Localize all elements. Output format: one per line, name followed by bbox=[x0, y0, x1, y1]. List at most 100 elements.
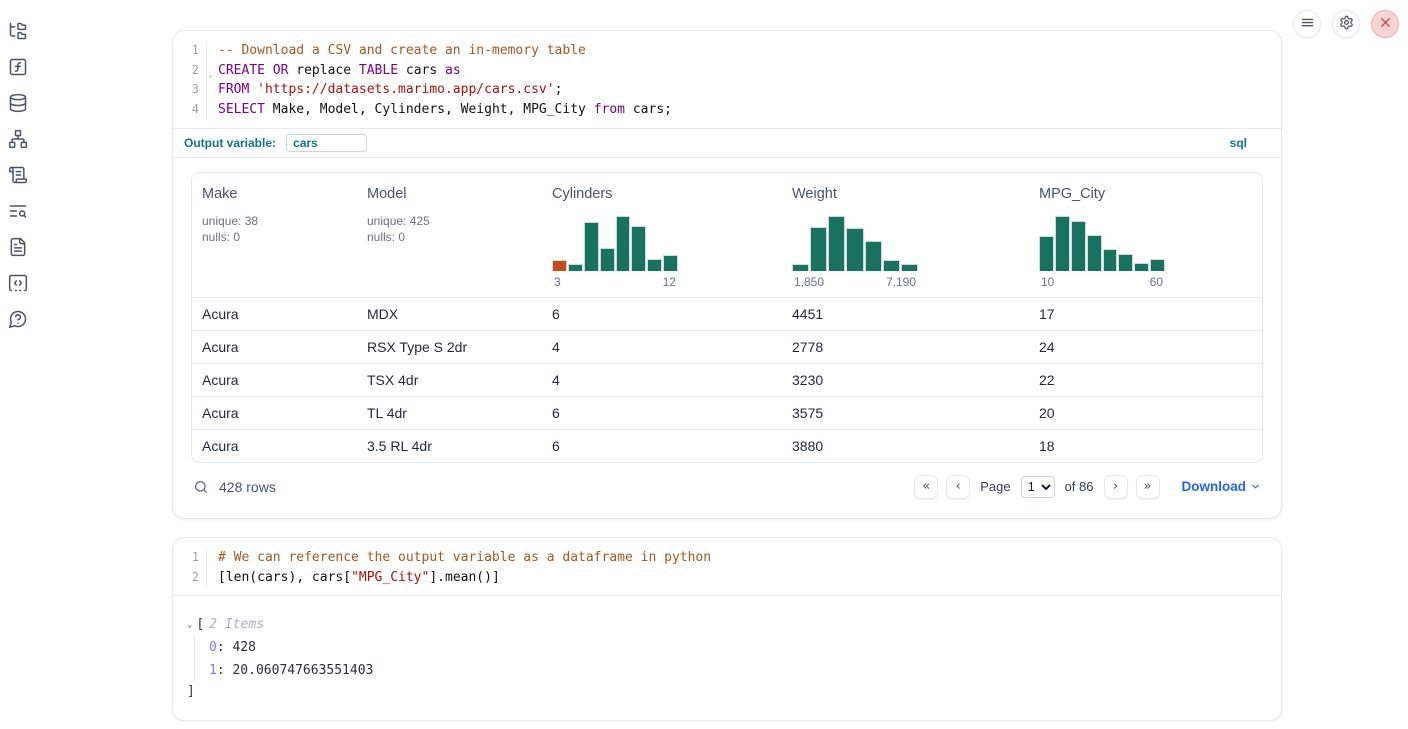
table-cell: TL 4dr bbox=[357, 405, 542, 421]
data-table: Makeunique: 38nulls: 0Modelunique: 425nu… bbox=[191, 172, 1263, 463]
python-cell-output: ⌄ [ 2 Items 0: 4281: 20.060747663551403 … bbox=[173, 596, 1281, 720]
collapse-chevron-icon[interactable]: ⌄ bbox=[187, 615, 192, 635]
database-icon bbox=[8, 93, 28, 116]
column-header-weight[interactable]: Weight 1,8507,190 bbox=[782, 173, 1029, 297]
shutdown-button[interactable] bbox=[1371, 10, 1399, 38]
pagination: « ‹ Page 1 of 86 › » Download bbox=[914, 475, 1261, 499]
table-cell: MDX bbox=[357, 306, 542, 322]
table-row[interactable]: Acura3.5 RL 4dr6388018 bbox=[192, 429, 1262, 462]
column-histogram[interactable]: 1,8507,190 bbox=[792, 216, 918, 289]
column-header-cylinders[interactable]: Cylinders312 bbox=[542, 173, 782, 297]
sidebar bbox=[0, 0, 48, 729]
histogram-bar[interactable] bbox=[568, 264, 583, 271]
column-header-make[interactable]: Makeunique: 38nulls: 0 bbox=[192, 173, 357, 297]
sidebar-item-logs[interactable] bbox=[0, 166, 36, 186]
code-line[interactable]: 1# We can reference the output variable … bbox=[173, 548, 1281, 568]
download-button[interactable]: Download bbox=[1182, 479, 1262, 495]
sidebar-item-dependencies[interactable] bbox=[0, 130, 36, 150]
sidebar-item-data-sources[interactable] bbox=[0, 94, 36, 114]
histogram-bar[interactable] bbox=[865, 241, 882, 271]
histogram-bar[interactable] bbox=[631, 226, 646, 271]
column-stats: unique: 425nulls: 0 bbox=[367, 213, 536, 245]
chevron-down-icon bbox=[1250, 479, 1261, 495]
language-badge[interactable]: sql bbox=[1230, 136, 1247, 150]
histogram-bar[interactable] bbox=[1071, 221, 1086, 271]
file-text-icon bbox=[8, 237, 28, 260]
histogram-bar[interactable] bbox=[1055, 216, 1070, 271]
table-cell: 20 bbox=[1029, 405, 1262, 421]
column-header-mpg_city[interactable]: MPG_City1060 bbox=[1029, 173, 1262, 297]
function-square-icon bbox=[8, 57, 28, 80]
sql-code-editor[interactable]: 1-- Download a CSV and create an in-memo… bbox=[173, 31, 1281, 128]
histogram-bar[interactable] bbox=[1103, 249, 1118, 271]
histogram-bar[interactable] bbox=[883, 260, 900, 271]
column-label: Weight bbox=[792, 186, 1023, 202]
table-row[interactable]: AcuraMDX6445117 bbox=[192, 297, 1262, 330]
histogram-bar[interactable] bbox=[647, 259, 662, 271]
table-row[interactable]: AcuraTSX 4dr4323022 bbox=[192, 363, 1262, 396]
table-row[interactable]: AcuraTL 4dr6357520 bbox=[192, 396, 1262, 429]
hamburger-menu-icon bbox=[1300, 15, 1315, 33]
sidebar-item-snippets[interactable] bbox=[0, 274, 36, 294]
histogram-bar[interactable] bbox=[1087, 235, 1102, 271]
settings-button[interactable] bbox=[1332, 10, 1360, 38]
histogram-bar[interactable] bbox=[1150, 259, 1165, 271]
code-text: -- Download a CSV and create an in-memor… bbox=[207, 41, 586, 61]
sidebar-item-file-explorer[interactable] bbox=[0, 22, 36, 42]
histogram-bar[interactable] bbox=[1039, 236, 1054, 271]
histogram-bar[interactable] bbox=[663, 255, 678, 270]
histogram-bar[interactable] bbox=[1134, 263, 1149, 271]
histogram-bar[interactable] bbox=[901, 264, 918, 271]
histogram-bar[interactable] bbox=[1118, 254, 1133, 271]
python-code-editor[interactable]: 1# We can reference the output variable … bbox=[173, 538, 1281, 595]
fold-chevron-icon[interactable]: ⌄ bbox=[208, 65, 213, 85]
first-page-button[interactable]: « bbox=[914, 475, 938, 499]
last-page-button[interactable]: » bbox=[1136, 475, 1160, 499]
line-number: 1 bbox=[173, 548, 207, 568]
sidebar-item-tracing[interactable] bbox=[0, 202, 36, 222]
sidebar-item-variables[interactable] bbox=[0, 58, 36, 78]
table-cell: 3880 bbox=[782, 438, 1029, 454]
sidebar-item-help[interactable] bbox=[0, 310, 36, 330]
table-row[interactable]: AcuraRSX Type S 2dr4277824 bbox=[192, 330, 1262, 363]
output-variable-input[interactable] bbox=[286, 134, 367, 152]
network-icon bbox=[8, 129, 28, 152]
table-cell: 4 bbox=[542, 339, 782, 355]
menu-button[interactable] bbox=[1293, 10, 1321, 38]
page-select[interactable]: 1 bbox=[1021, 476, 1055, 498]
code-line[interactable]: 1-- Download a CSV and create an in-memo… bbox=[173, 41, 1281, 61]
histogram-bar[interactable] bbox=[584, 222, 599, 270]
histogram-bar[interactable] bbox=[616, 216, 631, 271]
code-line[interactable]: 2⌄CREATE OR replace TABLE cars as bbox=[173, 61, 1281, 81]
histogram-bar[interactable] bbox=[600, 248, 615, 271]
line-number: 2⌄ bbox=[173, 61, 207, 81]
code-line[interactable]: 4SELECT Make, Model, Cylinders, Weight, … bbox=[173, 100, 1281, 120]
code-text: FROM 'https://datasets.marimo.app/cars.c… bbox=[207, 80, 562, 100]
sql-cell-output: Makeunique: 38nulls: 0Modelunique: 425nu… bbox=[173, 158, 1281, 518]
line-number: 4 bbox=[173, 100, 207, 120]
column-histogram[interactable]: 1060 bbox=[1039, 216, 1165, 289]
table-cell: 2778 bbox=[782, 339, 1029, 355]
histogram-bar[interactable] bbox=[810, 227, 827, 271]
list-entry-index: 1 bbox=[209, 663, 217, 678]
histogram-bar[interactable] bbox=[828, 216, 845, 271]
list-entry: 0: 428 bbox=[209, 637, 1267, 660]
table-cell: Acura bbox=[192, 372, 357, 388]
page-total-label: of 86 bbox=[1065, 479, 1094, 494]
histogram-bar[interactable] bbox=[552, 260, 567, 271]
search-icon[interactable] bbox=[193, 479, 209, 495]
histogram-axis: 1,8507,190 bbox=[792, 275, 918, 289]
code-line[interactable]: 2[len(cars), cars["MPG_City"].mean()] bbox=[173, 568, 1281, 588]
column-header-model[interactable]: Modelunique: 425nulls: 0 bbox=[357, 173, 542, 297]
code-line[interactable]: 3FROM 'https://datasets.marimo.app/cars.… bbox=[173, 80, 1281, 100]
folder-tree-icon bbox=[8, 21, 28, 44]
table-cell: Acura bbox=[192, 405, 357, 421]
previous-page-button[interactable]: ‹ bbox=[946, 475, 970, 499]
next-page-button[interactable]: › bbox=[1104, 475, 1128, 499]
line-number: 3 bbox=[173, 80, 207, 100]
table-header-row: Makeunique: 38nulls: 0Modelunique: 425nu… bbox=[192, 173, 1262, 297]
histogram-bar[interactable] bbox=[792, 264, 809, 271]
histogram-bar[interactable] bbox=[846, 228, 863, 271]
sidebar-item-documentation[interactable] bbox=[0, 238, 36, 258]
column-histogram[interactable]: 312 bbox=[552, 216, 678, 289]
